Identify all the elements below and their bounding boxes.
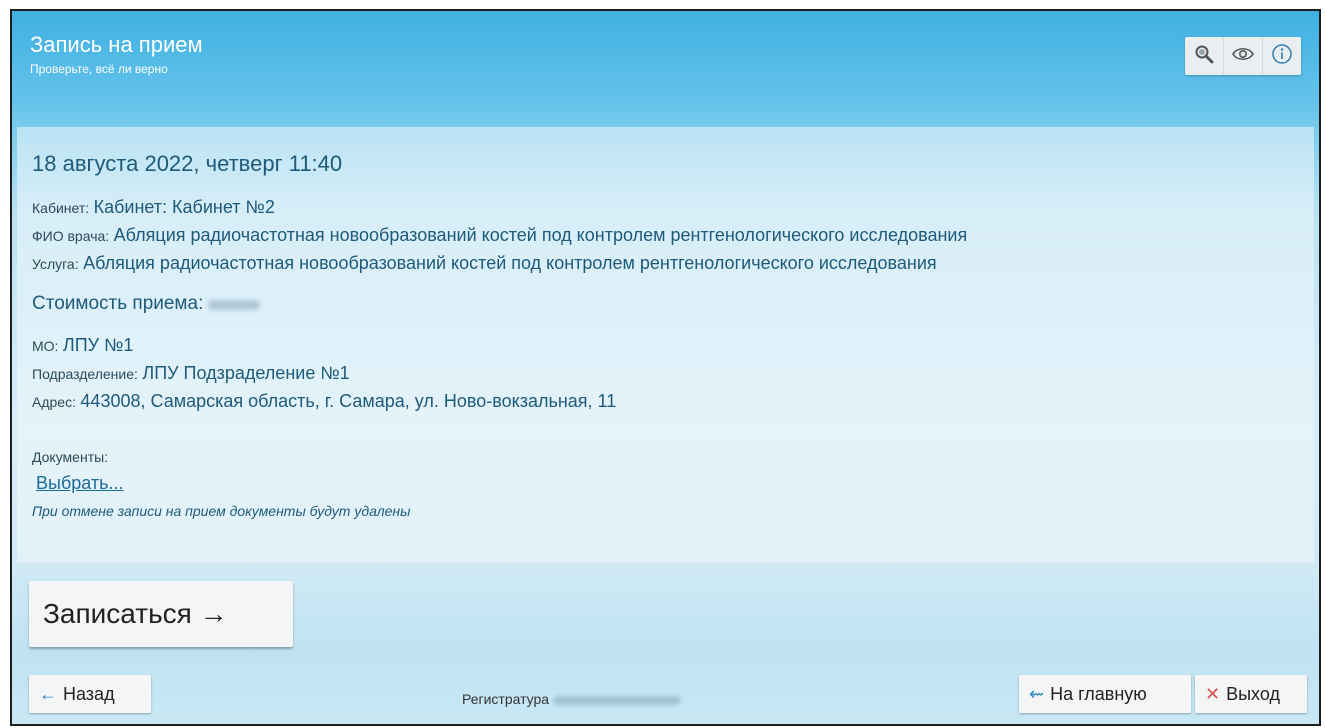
- close-icon: ✕: [1205, 683, 1221, 704]
- eye-icon: [1231, 43, 1255, 70]
- arrow-left-icon: ⇜: [1029, 683, 1045, 704]
- appointment-datetime: 18 августа 2022, четверг 11:40: [32, 151, 343, 176]
- registry-id-redacted: [553, 695, 681, 705]
- service-value: Абляция радиочастотная новообразований к…: [83, 253, 937, 273]
- arrow-left-icon: ←: [39, 683, 57, 704]
- eye-button[interactable]: [1224, 37, 1263, 75]
- service-label: Услуга:: [32, 256, 79, 272]
- doctor-label: ФИО врача:: [32, 228, 110, 244]
- exit-button[interactable]: ✕ Выход: [1195, 675, 1307, 713]
- cabinet-label: Кабинет:: [32, 200, 90, 216]
- documents-note: При отмене записи на прием документы буд…: [32, 503, 411, 519]
- address-value: 443008, Самарская область, г. Самара, ул…: [80, 391, 617, 411]
- division-value: ЛПУ Подзраделение №1: [142, 363, 350, 383]
- cabinet-row: Кабинет: Кабинет: Кабинет №2: [32, 197, 275, 218]
- price-row: Стоимость приема:: [32, 293, 260, 315]
- mo-label: МО:: [32, 338, 59, 354]
- page-title: Запись на прием: [30, 32, 203, 57]
- info-icon: [1271, 43, 1293, 70]
- magnifier-icon: [1193, 43, 1215, 70]
- registry-info: Регистратура: [462, 691, 681, 707]
- doctor-row: ФИО врача: Абляция радиочастотная новооб…: [32, 225, 967, 246]
- info-button[interactable]: [1263, 37, 1301, 75]
- magnifier-button[interactable]: [1185, 37, 1224, 75]
- home-label: На главную: [1050, 683, 1147, 704]
- division-row: Подразделение: ЛПУ Подзраделение №1: [32, 363, 350, 384]
- price-value-redacted: [207, 299, 260, 310]
- doctor-value: Абляция радиочастотная новообразований к…: [113, 225, 968, 245]
- cabinet-value: Кабинет: Кабинет №2: [93, 197, 275, 217]
- back-label: Назад: [63, 683, 115, 704]
- page-subtitle: Проверьте, всё ли верно: [30, 62, 168, 76]
- back-button[interactable]: ← Назад: [29, 675, 151, 713]
- submit-button[interactable]: Записаться →: [29, 581, 293, 647]
- division-label: Подразделение:: [32, 366, 138, 382]
- select-documents-link[interactable]: Выбрать...: [36, 473, 124, 493]
- exit-label: Выход: [1226, 683, 1280, 704]
- home-button[interactable]: ⇜ На главную: [1019, 675, 1191, 713]
- documents-label: Документы:: [32, 449, 109, 465]
- service-row: Услуга: Абляция радиочастотная новообраз…: [32, 253, 937, 274]
- mo-row: МО: ЛПУ №1: [32, 335, 133, 356]
- mo-value: ЛПУ №1: [62, 335, 134, 355]
- appointment-panel: 18 августа 2022, четверг 11:40 Кабинет: …: [17, 127, 1314, 563]
- registry-label: Регистратура: [462, 691, 550, 707]
- address-row: Адрес: 443008, Самарская область, г. Сам…: [32, 391, 616, 412]
- app-window: Запись на прием Проверьте, всё ли верно: [10, 9, 1321, 726]
- address-label: Адрес:: [32, 394, 76, 410]
- price-label: Стоимость приема:: [32, 293, 204, 314]
- toolbar: [1185, 37, 1301, 75]
